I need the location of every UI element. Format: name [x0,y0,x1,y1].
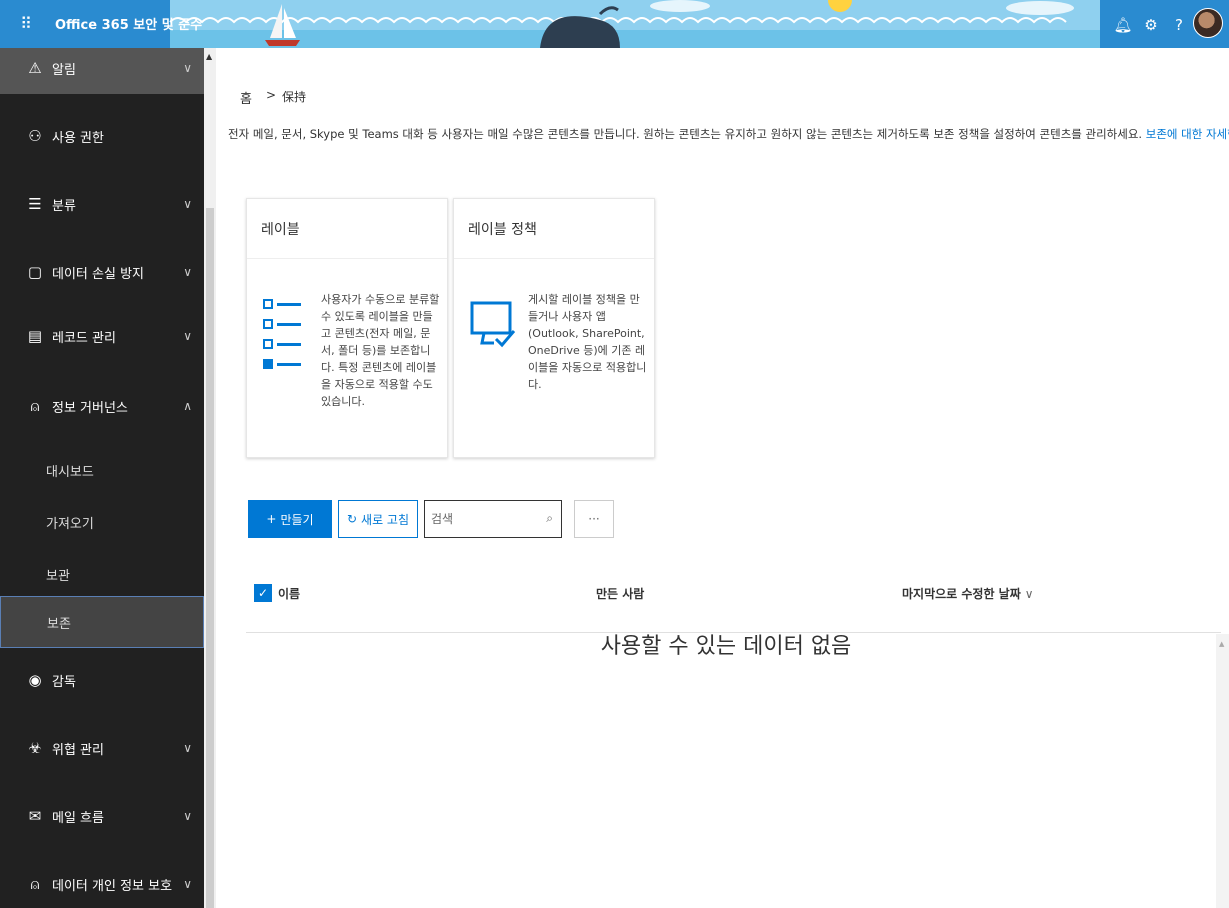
refresh-icon: ↻ [346,512,358,526]
page-description: 전자 메일, 문서, Skype 및 Teams 대화 등 사용자는 매일 수많… [228,126,1229,142]
bell-icon[interactable]: 🔔︎ [1110,12,1136,38]
main-content: 홈 > 保持 전자 메일, 문서, Skype 및 Teams 대화 등 사용자… [216,48,1229,908]
lock-icon: ⍝ [30,875,40,893]
label-policies-card[interactable]: 레이블 정책 게시할 레이블 정책을 만들거나 사용자 앱(Outlook, S… [453,198,655,458]
list-icon [263,299,301,369]
sidebar-item-label: 메일 흐름 [52,810,104,826]
sidebar-item-alerts[interactable]: ⚠ 알림 ∨ [0,48,204,94]
column-header-created-by[interactable]: 만든 사람 [596,585,644,602]
card-title: 레이블 [247,199,447,259]
chevron-down-icon: ∨ [183,809,192,823]
select-all-checkbox[interactable]: ✓ [254,584,272,602]
chart-doc-icon: ▤ [27,327,43,345]
scroll-up-arrow-icon[interactable]: ▲ [206,52,212,61]
chevron-up-icon: ∧ [183,399,192,413]
sidebar: ⚠ 알림 ∨ ⚇ 사용 권한 ☰ 분류 ∨ ▢ 데이터 손실 방지 ∨ ▤ 레코… [0,48,204,908]
chevron-down-icon: ∨ [183,61,192,75]
chevron-down-icon: ∨ [183,265,192,279]
list-header: ✓ 이름 만든 사람 마지막으로 수정한 날짜 ∨ [246,578,1221,618]
sidebar-item-mailflow[interactable]: ✉ 메일 흐름 ∨ [0,784,204,848]
biohazard-icon: ☣ [28,739,42,757]
eye-icon: ◉ [28,671,42,689]
toolbar: + 만들기 ↻ 새로 고침 ⌕ ··· [248,500,614,538]
sidebar-item-governance[interactable]: ⍝ 정보 거버넌스 ∧ [0,374,204,438]
waffle-icon[interactable]: ⠿ [14,12,38,36]
people-icon: ⚇ [28,127,42,145]
sidebar-item-records[interactable]: ▤ 레코드 관리 ∨ [0,304,204,368]
description-text: 전자 메일, 문서, Skype 및 Teams 대화 등 사용자는 매일 수많… [228,127,1143,141]
gear-icon[interactable]: ⚙ [1138,12,1164,38]
sidebar-item-label: 위협 관리 [52,742,104,758]
sidebar-item-privacy[interactable]: ⍝ 데이터 개인 정보 보호 ∨ [0,852,204,908]
search-icon[interactable]: ⌕ [546,511,553,526]
create-button[interactable]: + 만들기 [248,500,332,538]
more-options-button[interactable]: ··· [574,500,614,538]
help-icon[interactable]: ? [1166,12,1192,38]
search-input[interactable] [425,501,561,537]
sidebar-item-label: 데이터 개인 정보 보호 [52,878,173,894]
sidebar-item-label: 사용 권한 [52,130,104,146]
chevron-down-icon: ∨ [183,329,192,343]
card-description: 게시할 레이블 정책을 만들거나 사용자 앱(Outlook, SharePoi… [528,293,647,391]
sidebar-item-supervision[interactable]: ◉ 감독 [0,648,204,712]
breadcrumb-separator: > [265,88,277,102]
sidebar-item-label: 감독 [52,674,76,690]
sidebar-subitem-archive[interactable]: 보관 [0,548,204,600]
breadcrumb: 홈 > 保持 [240,88,306,107]
sidebar-item-label: 알림 [52,62,76,78]
sidebar-item-label: 분류 [52,198,76,214]
sidebar-item-label: 정보 거버넌스 [52,400,128,416]
sidebar-subitem-dashboard[interactable]: 대시보드 [0,444,204,496]
list-scrollbar[interactable]: ▲ [1216,634,1229,908]
sidebar-scrollbar[interactable]: ▲ [204,48,216,908]
scroll-up-arrow-icon[interactable]: ▲ [1219,640,1224,648]
sidebar-item-classification[interactable]: ☰ 분류 ∨ [0,172,204,236]
top-bar: ⠿ Office 365 보안 및 준수 🔔︎ ⚙ ? [0,0,1229,48]
app-title[interactable]: Office 365 보안 및 준수 [55,14,202,33]
document-lock-icon: ▢ [27,263,43,281]
avatar[interactable] [1193,8,1223,38]
sidebar-item-label: 레코드 관리 [52,330,116,346]
sidebar-subitem-import[interactable]: 가져오기 [0,496,204,548]
sidebar-item-label: 데이터 손실 방지 [52,266,144,282]
refresh-button-label: 새로 고침 [361,512,410,527]
card-title: 레이블 정책 [454,199,654,259]
warning-icon: ⚠ [28,59,42,77]
list-icon: ☰ [28,195,42,213]
lock-icon: ⍝ [30,397,40,415]
learn-more-link[interactable]: 보존에 대한 자세한 정보 [1146,127,1229,141]
chevron-down-icon: ∨ [183,741,192,755]
search-box[interactable]: ⌕ [424,500,562,538]
card-description: 사용자가 수동으로 분류할 수 있도록 레이블을 만들고 콘텐츠(전자 메일, … [321,293,440,408]
sidebar-scrollbar-thumb[interactable] [206,208,214,908]
breadcrumb-current: 保持 [282,90,307,104]
plus-icon: + [266,512,277,526]
labels-card[interactable]: 레이블 사용자가 수동으로 분류할 수 있도록 레이블을 만들고 콘텐츠(전자 … [246,198,448,458]
sidebar-item-dlp[interactable]: ▢ 데이터 손실 방지 ∨ [0,240,204,304]
sidebar-subitem-retention[interactable]: 보존 [0,596,204,648]
chevron-down-icon: ∨ [183,197,192,211]
refresh-button[interactable]: ↻ 새로 고침 [338,500,418,538]
column-header-modified[interactable]: 마지막으로 수정한 날짜 ∨ [902,585,1034,602]
column-header-name[interactable]: 이름 [278,585,300,602]
create-button-label: 만들기 [280,512,314,527]
sidebar-item-threat[interactable]: ☣ 위협 관리 ∨ [0,716,204,780]
chevron-down-icon: ∨ [1024,587,1034,601]
chevron-down-icon: ∨ [183,877,192,891]
empty-state-message: 사용할 수 있는 데이터 없음 [600,634,852,659]
column-header-label: 마지막으로 수정한 날짜 [902,587,1021,601]
mail-icon: ✉ [28,807,42,825]
breadcrumb-home[interactable]: 홈 [240,88,252,107]
sidebar-item-permissions[interactable]: ⚇ 사용 권한 [0,104,204,168]
monitor-check-icon [470,301,516,348]
